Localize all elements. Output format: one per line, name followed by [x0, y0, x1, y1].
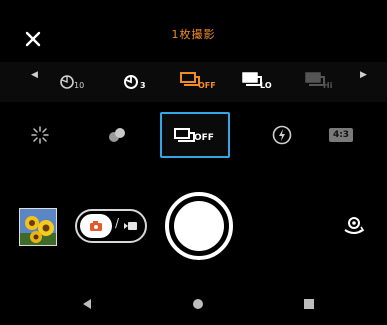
thumbnail-image: [20, 209, 56, 245]
continuous-shot-icon: [305, 72, 325, 86]
flash-button[interactable]: [271, 124, 293, 150]
shutter-button[interactable]: [165, 192, 233, 260]
nav-recents-button[interactable]: [302, 296, 316, 315]
bokeh-button[interactable]: [106, 125, 128, 149]
page-title: 1枚撮影: [171, 28, 216, 41]
drive-item-label: 10: [74, 81, 85, 90]
drive-item-label: Hi: [323, 81, 333, 90]
drive-item-label: OFF: [198, 81, 216, 90]
aspect-ratio-button[interactable]: 4:3: [329, 128, 353, 142]
scroll-left-icon[interactable]: ◀: [31, 70, 38, 80]
gallery-thumbnail[interactable]: [19, 208, 57, 246]
drive-item-continuous-hi[interactable]: Hi: [305, 68, 339, 94]
bokeh-icon: [109, 128, 125, 142]
drive-item-single-shot-off[interactable]: OFF: [180, 68, 216, 94]
aspect-ratio-label: 4:3: [332, 130, 350, 140]
self-timer-icon: [124, 75, 138, 89]
camera-screen: 1枚撮影 ◀ 10 3 OFF LO Hi ▶ OFF 4:3 /: [0, 0, 387, 325]
shutter-inner: [174, 201, 224, 251]
nav-home-button[interactable]: [191, 296, 205, 315]
drive-item-self-timer-3[interactable]: 3: [122, 68, 152, 94]
drive-item-continuous-lo[interactable]: LO: [242, 68, 276, 94]
dro-icon: [31, 126, 49, 144]
photo-video-toggle[interactable]: /: [75, 209, 147, 243]
drive-mode-badge: OFF: [194, 133, 214, 143]
drive-mode-button[interactable]: OFF: [160, 112, 230, 158]
recents-icon: [304, 299, 314, 309]
mode-separator-icon: /: [115, 216, 120, 230]
video-icon: [124, 222, 137, 230]
dro-button[interactable]: [30, 125, 50, 149]
back-icon: [83, 299, 91, 309]
scroll-right-icon[interactable]: ▶: [360, 70, 367, 80]
drive-item-self-timer-10[interactable]: 10: [58, 68, 90, 94]
flash-icon: [272, 125, 292, 145]
camera-icon: [90, 221, 102, 231]
drive-item-label: LO: [260, 81, 272, 90]
single-shot-icon: [180, 72, 200, 86]
nav-back-button[interactable]: [80, 296, 94, 315]
home-icon: [193, 299, 203, 309]
drive-mode-icon: [174, 128, 195, 142]
switch-camera-button[interactable]: [342, 214, 366, 242]
switch-camera-icon: [344, 217, 365, 234]
continuous-shot-icon: [242, 72, 262, 86]
drive-mode-strip: ◀ 10 3 OFF LO Hi ▶: [0, 62, 387, 102]
drive-item-label: 3: [140, 81, 146, 90]
